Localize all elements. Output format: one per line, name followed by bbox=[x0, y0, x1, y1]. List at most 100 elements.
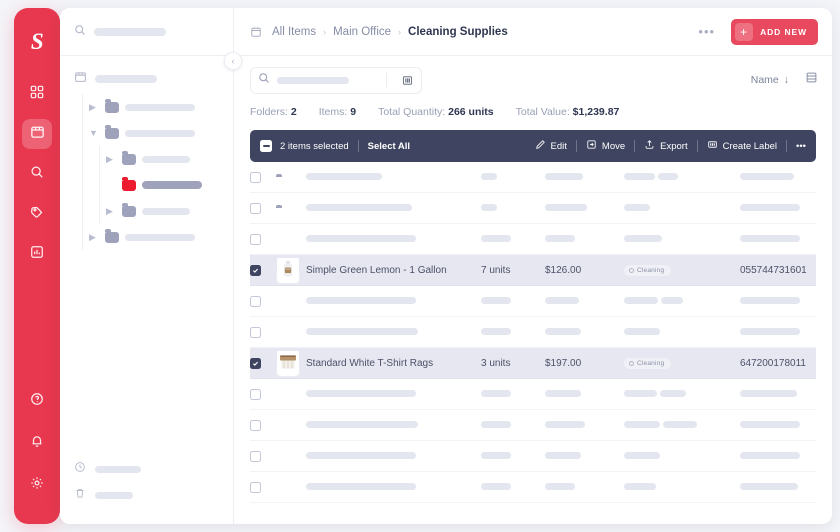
product-image-rags bbox=[276, 350, 300, 377]
breadcrumb: All Items › Main Office › Cleaning Suppl… bbox=[272, 26, 508, 38]
row-name bbox=[306, 172, 481, 183]
row-name bbox=[306, 389, 481, 400]
folder-icon bbox=[105, 228, 119, 243]
row-checkbox[interactable] bbox=[250, 419, 276, 431]
row-checkbox[interactable] bbox=[250, 233, 276, 245]
table-row[interactable] bbox=[250, 317, 816, 348]
row-checkbox-checked[interactable] bbox=[250, 357, 276, 369]
create-label-button[interactable]: Create Label bbox=[707, 139, 777, 153]
search-input[interactable] bbox=[250, 66, 422, 94]
table-row-selected[interactable]: Standard White T-Shirt Rags 3 units $197… bbox=[250, 348, 816, 379]
row-checkbox[interactable] bbox=[250, 295, 276, 307]
chevron-right-icon: ▶ bbox=[89, 101, 96, 112]
tree-node-list: ▶ ▼ ▶ ▶ ▶ bbox=[82, 94, 233, 250]
row-tags bbox=[624, 389, 740, 400]
sidebar-item-reports[interactable] bbox=[22, 239, 52, 269]
table-row[interactable] bbox=[250, 193, 816, 224]
tree-node-selected[interactable]: ▶ bbox=[100, 172, 233, 198]
row-checkbox[interactable] bbox=[250, 171, 276, 183]
row-tags bbox=[624, 327, 740, 338]
selection-count-label: 2 items selected bbox=[280, 140, 349, 152]
export-button[interactable]: Export bbox=[644, 139, 688, 153]
selection-overflow-menu[interactable]: ••• bbox=[796, 141, 806, 152]
row-checkbox-checked[interactable] bbox=[250, 264, 276, 276]
tag-label: Cleaning bbox=[637, 266, 665, 274]
tree-search[interactable] bbox=[60, 8, 233, 56]
tree-node[interactable]: ▶ bbox=[83, 224, 233, 250]
sort-control[interactable]: Name ↓ bbox=[751, 74, 789, 86]
row-checkbox[interactable] bbox=[250, 450, 276, 462]
bell-icon bbox=[30, 434, 44, 453]
table-row[interactable] bbox=[250, 441, 816, 472]
row-checkbox[interactable] bbox=[250, 388, 276, 400]
sidebar-item-tags[interactable] bbox=[22, 199, 52, 229]
row-quantity bbox=[481, 389, 545, 400]
row-checkbox[interactable] bbox=[250, 326, 276, 338]
chevron-down-icon: ▼ bbox=[89, 127, 98, 138]
tree-node[interactable]: ▼ bbox=[83, 120, 233, 146]
row-name bbox=[306, 234, 481, 245]
view-toggle-button[interactable] bbox=[805, 71, 818, 89]
table-row[interactable] bbox=[250, 162, 816, 193]
table-row[interactable] bbox=[250, 286, 816, 317]
sort-arrow-icon: ↓ bbox=[783, 74, 789, 86]
app-window: S ‹ ▶ ▼ ▶ ▶ ▶ All Items › Main Office › … bbox=[0, 0, 840, 532]
tree-root-label bbox=[95, 75, 157, 83]
rail-bottom-group bbox=[22, 386, 52, 524]
sidebar-item-dashboard[interactable] bbox=[22, 79, 52, 109]
tree-root-node[interactable] bbox=[60, 70, 233, 94]
tree-node[interactable]: ▶ bbox=[100, 146, 233, 172]
tree-body: ▶ ▼ ▶ ▶ ▶ bbox=[60, 56, 233, 456]
tree-node[interactable]: ▶ bbox=[100, 198, 233, 224]
row-thumbnail bbox=[276, 257, 306, 284]
row-tags: Cleaning bbox=[624, 264, 740, 276]
sidebar-item-help[interactable] bbox=[22, 386, 52, 416]
row-quantity: 3 units bbox=[481, 357, 511, 369]
upload-icon bbox=[644, 139, 655, 153]
selbar-divider bbox=[696, 140, 698, 152]
tree-footer bbox=[60, 456, 233, 524]
barcode-scan-icon[interactable] bbox=[401, 74, 414, 87]
row-tags bbox=[624, 451, 740, 462]
breadcrumb-item-all-items[interactable]: All Items bbox=[272, 26, 316, 38]
table-row[interactable] bbox=[250, 379, 816, 410]
select-all-button[interactable]: Select All bbox=[368, 141, 410, 152]
selbar-divider bbox=[575, 140, 577, 152]
row-checkbox[interactable] bbox=[250, 481, 276, 493]
main-content: All Items › Main Office › Cleaning Suppl… bbox=[234, 8, 832, 524]
topbar-overflow-menu[interactable]: ••• bbox=[690, 24, 723, 39]
table-row[interactable] bbox=[250, 410, 816, 441]
row-thumbnail bbox=[276, 350, 306, 377]
status-badge[interactable]: Cleaning bbox=[624, 264, 672, 276]
gear-icon bbox=[30, 476, 44, 495]
deselect-all-checkbox[interactable] bbox=[260, 140, 272, 152]
sidebar-item-notifications[interactable] bbox=[22, 428, 52, 458]
tree-node[interactable]: ▶ bbox=[83, 94, 233, 120]
row-checkbox[interactable] bbox=[250, 202, 276, 214]
table-row[interactable] bbox=[250, 224, 816, 255]
tree-footer-recent[interactable] bbox=[74, 456, 219, 482]
table-row-selected[interactable]: Simple Green Lemon - 1 Gallon 7 units $1… bbox=[250, 255, 816, 286]
row-value bbox=[545, 234, 624, 245]
sidebar-item-inventory[interactable] bbox=[22, 119, 52, 149]
status-badge[interactable]: Cleaning bbox=[624, 357, 672, 369]
box-icon bbox=[74, 70, 87, 88]
row-value bbox=[545, 203, 624, 214]
main-card: ‹ ▶ ▼ ▶ ▶ ▶ All Items › Main Office › Cl… bbox=[60, 8, 832, 524]
product-image-bottle bbox=[276, 257, 300, 284]
table-row[interactable] bbox=[250, 472, 816, 503]
sidebar-item-settings[interactable] bbox=[22, 470, 52, 500]
breadcrumb-item-main-office[interactable]: Main Office bbox=[333, 26, 391, 38]
sidebar-item-search[interactable] bbox=[22, 159, 52, 189]
collapse-tree-button[interactable]: ‹ bbox=[224, 52, 242, 70]
stat-items: Items: 9 bbox=[319, 106, 356, 118]
row-value bbox=[545, 172, 624, 183]
edit-button[interactable]: Edit bbox=[535, 139, 567, 153]
stat-folders-label: Folders: bbox=[250, 106, 288, 118]
tree-footer-trash[interactable] bbox=[74, 482, 219, 508]
chart-icon bbox=[30, 245, 44, 264]
move-button[interactable]: Move bbox=[586, 139, 625, 153]
add-new-button[interactable]: + ADD NEW bbox=[731, 18, 818, 45]
row-sku bbox=[740, 203, 816, 214]
chevron-right-icon: ▶ bbox=[89, 231, 96, 242]
